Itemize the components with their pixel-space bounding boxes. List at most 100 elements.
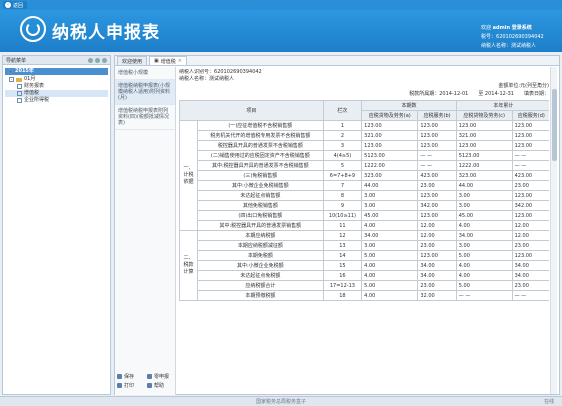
cell-b[interactable]: 342.00 xyxy=(417,200,457,211)
table-row: (四)出口免税销售额 10(10≥11) 45.00 123.00 45.00 123.0… xyxy=(180,210,549,221)
cell-a[interactable]: 4.00 xyxy=(361,220,419,231)
cell-d[interactable]: 342.00 xyxy=(511,200,549,211)
cell-b[interactable]: — — xyxy=(417,160,457,171)
cell-a[interactable]: 3.00 xyxy=(361,190,419,201)
cell-b[interactable]: 123.00 xyxy=(417,130,457,141)
tree-item-vat[interactable]: 增值税 xyxy=(5,90,108,97)
cell-b[interactable]: 123.00 xyxy=(417,210,457,221)
tree-item-financial[interactable]: 财务报表 xyxy=(5,83,108,90)
cell-b[interactable]: 12.00 xyxy=(417,220,457,231)
save-button[interactable]: 保存 xyxy=(117,373,145,380)
cell-d[interactable]: 123.00 xyxy=(511,210,549,221)
cell-a[interactable]: 323.00 xyxy=(361,170,419,181)
tree-year-2015[interactable]: -2015年 xyxy=(5,68,108,75)
cell-a[interactable]: 45.00 xyxy=(361,210,419,221)
back-arrow-icon: ‹ xyxy=(5,1,11,8)
cell-b[interactable]: 23.00 xyxy=(417,180,457,191)
back-button[interactable]: ‹ 返回 xyxy=(3,1,28,9)
cell-a[interactable]: 5.00 xyxy=(361,250,419,261)
tab-vat[interactable]: ▣ 增值税 × xyxy=(149,56,187,65)
close-icon[interactable]: × xyxy=(178,58,182,64)
cell-d[interactable]: — — xyxy=(511,160,549,171)
cell-a[interactable]: 5123.00 xyxy=(361,150,419,161)
cell-b[interactable]: 32.00 xyxy=(417,290,457,301)
cell-d[interactable]: — — xyxy=(511,150,549,161)
cell-a[interactable]: 3.00 xyxy=(361,240,419,251)
side-item-attachment-four[interactable]: 增值税纳税申报表附列资料(四)(税额抵减情况表) xyxy=(115,105,175,130)
cell-a[interactable]: 4.00 xyxy=(361,260,419,271)
row-item-label: 本期应纳税额减征额 xyxy=(197,240,324,251)
cell-c[interactable]: 3.00 xyxy=(455,240,513,251)
cell-b[interactable]: 23.00 xyxy=(417,240,457,251)
settings-icon[interactable] xyxy=(95,57,100,63)
cell-c[interactable]: 123.00 xyxy=(455,140,513,151)
cell-d[interactable]: 23.00 xyxy=(511,240,549,251)
cell-a[interactable]: 4.00 xyxy=(361,290,419,301)
expand-icon[interactable]: - xyxy=(8,69,13,74)
cell-b[interactable]: 123.00 xyxy=(417,120,457,131)
cell-d[interactable]: 423.00 xyxy=(511,170,549,181)
cell-b[interactable]: 34.00 xyxy=(417,260,457,271)
cell-a[interactable]: 321.00 xyxy=(361,130,419,141)
expand-icon[interactable]: - xyxy=(9,77,14,82)
cell-a[interactable]: 1222.00 xyxy=(361,160,419,171)
cell-d[interactable]: 123.00 xyxy=(511,130,549,141)
scrollbar-thumb[interactable] xyxy=(552,89,557,161)
cell-a[interactable]: 34.00 xyxy=(361,230,419,241)
cell-c[interactable]: 3.00 xyxy=(455,190,513,201)
vertical-scrollbar[interactable] xyxy=(550,67,557,394)
cell-c[interactable]: 34.00 xyxy=(455,230,513,241)
refresh-icon[interactable] xyxy=(88,57,93,63)
cell-c[interactable]: 3.00 xyxy=(455,200,513,211)
cell-d[interactable]: 123.00 xyxy=(511,140,549,151)
zero-declare-button[interactable]: 零申报 xyxy=(147,373,175,380)
cell-c[interactable]: 4.00 xyxy=(455,260,513,271)
cell-b[interactable]: 423.00 xyxy=(417,170,457,181)
side-item-attachment-monthly[interactable]: 增值税纳税申报表(小规模纳税人适用)附列资料(月) xyxy=(115,80,175,105)
cell-b[interactable]: — — xyxy=(417,150,457,161)
cell-c[interactable]: 123.00 xyxy=(455,120,513,131)
cell-d[interactable]: 12.00 xyxy=(511,230,549,241)
cell-d[interactable]: — — xyxy=(511,290,549,301)
cell-c[interactable]: 321.00 xyxy=(455,130,513,141)
cell-c[interactable]: 5.00 xyxy=(455,280,513,291)
cell-b[interactable]: 123.00 xyxy=(417,190,457,201)
tree-item-income-tax[interactable]: 企业所得税 xyxy=(5,97,108,104)
cell-d[interactable]: 123.00 xyxy=(511,190,549,201)
cell-b[interactable]: 34.00 xyxy=(417,270,457,281)
cell-c[interactable]: 4.00 xyxy=(455,270,513,281)
cell-a[interactable]: 5.00 xyxy=(361,280,419,291)
cell-a[interactable]: 4.00 xyxy=(361,270,419,281)
help-button[interactable]: 帮助 xyxy=(147,382,175,389)
save-icon xyxy=(117,374,122,379)
cell-c[interactable]: 45.00 xyxy=(455,210,513,221)
cell-b[interactable]: 12.00 xyxy=(417,230,457,241)
cell-a[interactable]: 123.00 xyxy=(361,140,419,151)
cell-b[interactable]: 123.00 xyxy=(417,140,457,151)
print-button[interactable]: 打印 xyxy=(117,382,145,389)
cell-a[interactable]: 3.00 xyxy=(361,200,419,211)
cell-d[interactable]: 12.00 xyxy=(511,220,549,231)
table-row: (二)销售使用过的应税固定资产不含税销售额 4(4≥5) 5123.00— —512… xyxy=(180,150,549,161)
cell-d[interactable]: 34.00 xyxy=(511,270,549,281)
cell-d[interactable]: 123.00 xyxy=(511,250,549,261)
cell-c[interactable]: 5.00 xyxy=(455,250,513,261)
cell-b[interactable]: 23.00 xyxy=(417,280,457,291)
cell-c[interactable]: 4.00 xyxy=(455,220,513,231)
cell-a[interactable]: 44.00 xyxy=(361,180,419,191)
cell-d[interactable]: 23.00 xyxy=(511,180,549,191)
tab-welcome[interactable]: 欢迎使用 xyxy=(117,56,148,65)
tree-month-01[interactable]: - 01月 xyxy=(5,76,108,83)
cell-a[interactable]: 123.00 xyxy=(361,120,419,131)
cell-d[interactable]: 123.00 xyxy=(511,120,549,131)
cell-c[interactable]: 323.00 xyxy=(455,170,513,181)
cell-c[interactable]: 1222.00 xyxy=(455,160,513,171)
collapse-icon[interactable] xyxy=(102,57,107,63)
cell-d[interactable]: 23.00 xyxy=(511,280,549,291)
cell-c[interactable]: — — xyxy=(455,290,513,301)
cell-c[interactable]: 44.00 xyxy=(455,180,513,191)
cell-b[interactable]: 123.00 xyxy=(417,250,457,261)
side-item-small-scale[interactable]: 增值税小规模 xyxy=(115,67,175,80)
cell-c[interactable]: 5123.00 xyxy=(455,150,513,161)
cell-d[interactable]: 34.00 xyxy=(511,260,549,271)
